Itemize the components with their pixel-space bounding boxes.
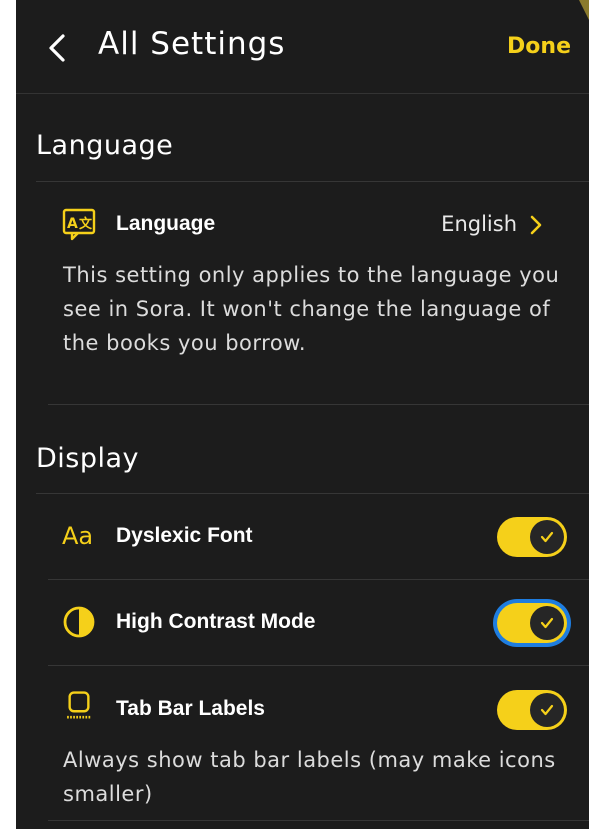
divider bbox=[48, 820, 589, 821]
divider bbox=[48, 579, 589, 580]
settings-panel: All Settings Done Language A 文 Language … bbox=[16, 0, 589, 829]
tab-bar-labels-description: Always show tab bar labels (may make ico… bbox=[63, 748, 556, 806]
svg-text:A: A bbox=[67, 216, 78, 232]
chevron-left-icon bbox=[49, 34, 65, 62]
section-title-language: Language bbox=[36, 130, 174, 161]
checkmark-icon bbox=[540, 531, 554, 543]
toggle-knob bbox=[530, 693, 564, 727]
svg-text:文: 文 bbox=[79, 216, 93, 232]
back-button[interactable] bbox=[42, 30, 72, 66]
language-description: This setting only applies to the languag… bbox=[63, 263, 560, 355]
dyslexic-font-label: Dyslexic Font bbox=[116, 524, 253, 547]
contrast-icon bbox=[63, 606, 95, 638]
toggle-knob bbox=[530, 606, 564, 640]
checkmark-icon bbox=[540, 704, 554, 716]
page-title: All Settings bbox=[98, 26, 286, 62]
divider bbox=[48, 665, 589, 666]
language-value: English bbox=[441, 212, 517, 236]
translate-icon: A 文 bbox=[62, 208, 96, 241]
section-title-display: Display bbox=[36, 443, 140, 474]
divider bbox=[36, 493, 589, 494]
done-button[interactable]: Done bbox=[507, 34, 571, 59]
high-contrast-toggle[interactable] bbox=[497, 603, 567, 643]
font-icon: Aa bbox=[62, 522, 94, 550]
tab-bar-labels-toggle[interactable] bbox=[497, 690, 567, 730]
language-label: Language bbox=[116, 212, 216, 235]
checkmark-icon bbox=[540, 617, 554, 629]
chevron-right-icon bbox=[530, 215, 542, 235]
tab-bar-icon bbox=[67, 691, 91, 719]
divider bbox=[36, 181, 589, 182]
header-bar: All Settings Done bbox=[16, 0, 589, 94]
toggle-knob bbox=[530, 520, 564, 554]
dyslexic-font-toggle[interactable] bbox=[497, 517, 567, 557]
tab-bar-labels-label: Tab Bar Labels bbox=[116, 697, 265, 720]
high-contrast-label: High Contrast Mode bbox=[116, 610, 316, 633]
divider bbox=[48, 404, 589, 405]
